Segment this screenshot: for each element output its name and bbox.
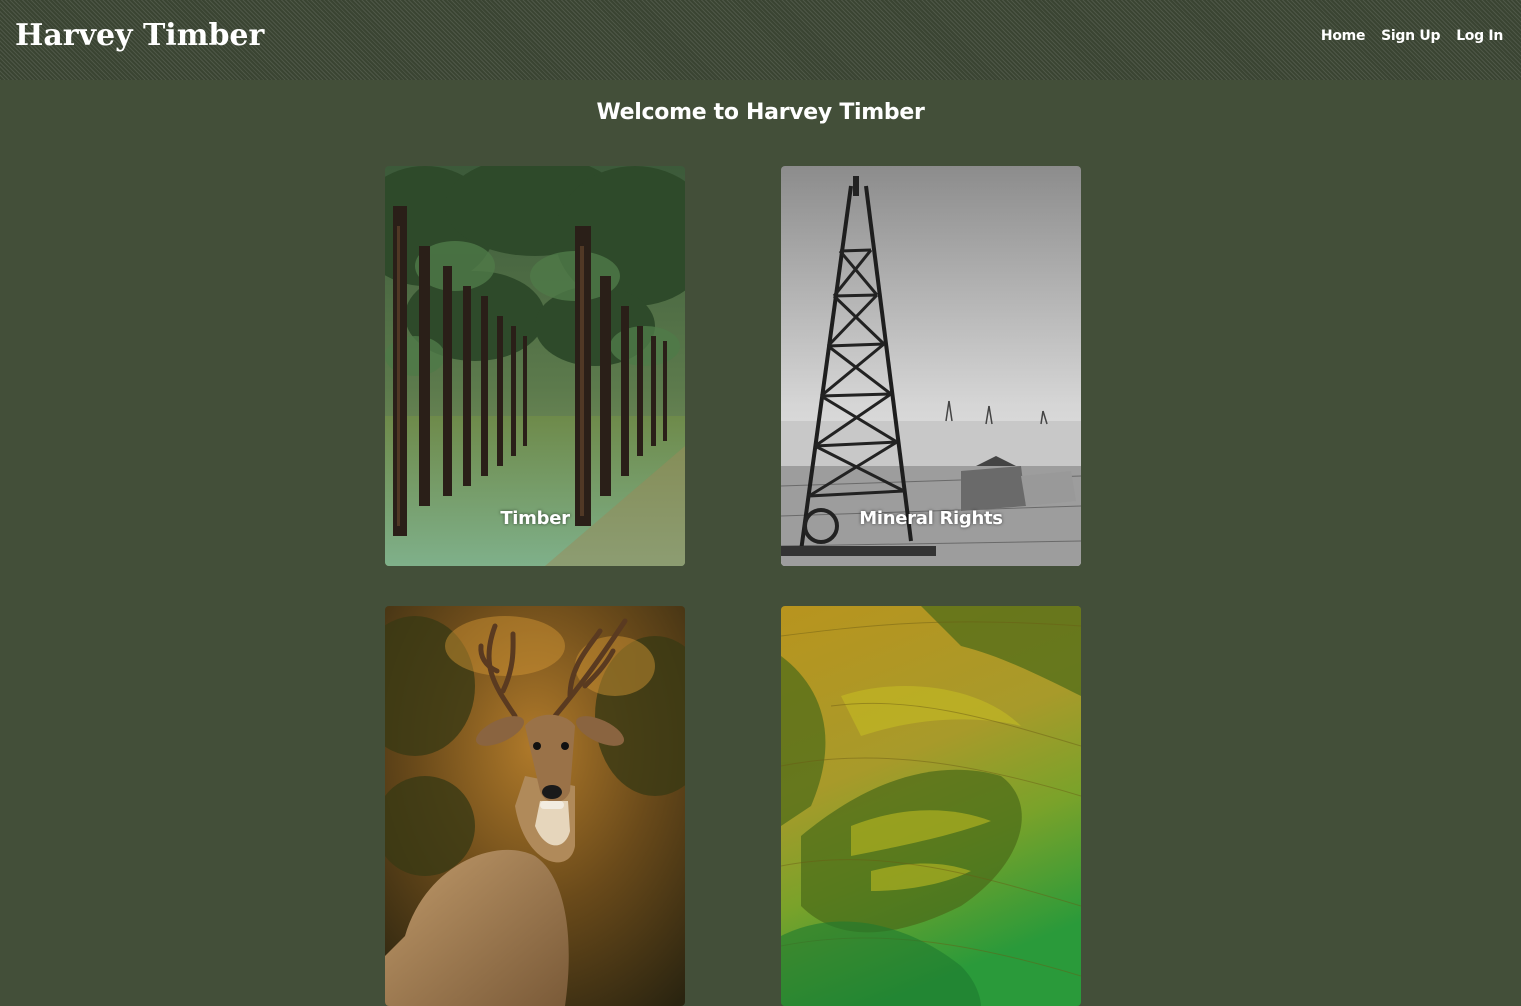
nav-login-link[interactable]: Log In [1456, 28, 1503, 44]
card-timber-label: Timber [500, 508, 570, 529]
pine-forest-image [385, 166, 685, 566]
lidar-terrain-image [781, 606, 1081, 1006]
whitetail-deer-image [385, 606, 685, 1006]
brand-logo[interactable]: Harvey Timber [15, 18, 264, 53]
oil-derrick-image [781, 166, 1081, 566]
card-mineral-rights[interactable]: Mineral Rights [781, 166, 1081, 566]
card-wildlife[interactable] [385, 606, 685, 1006]
nav-signup-link[interactable]: Sign Up [1381, 28, 1440, 44]
page-title: Welcome to Harvey Timber [596, 100, 925, 125]
nav-links: Home Sign Up Log In [1321, 28, 1503, 44]
nav-home-link[interactable]: Home [1321, 28, 1366, 44]
card-timber[interactable]: Timber [385, 166, 685, 566]
card-land[interactable] [781, 606, 1081, 1006]
card-mineral-rights-label: Mineral Rights [859, 508, 1003, 529]
navbar: Harvey Timber Home Sign Up Log In [0, 0, 1521, 80]
